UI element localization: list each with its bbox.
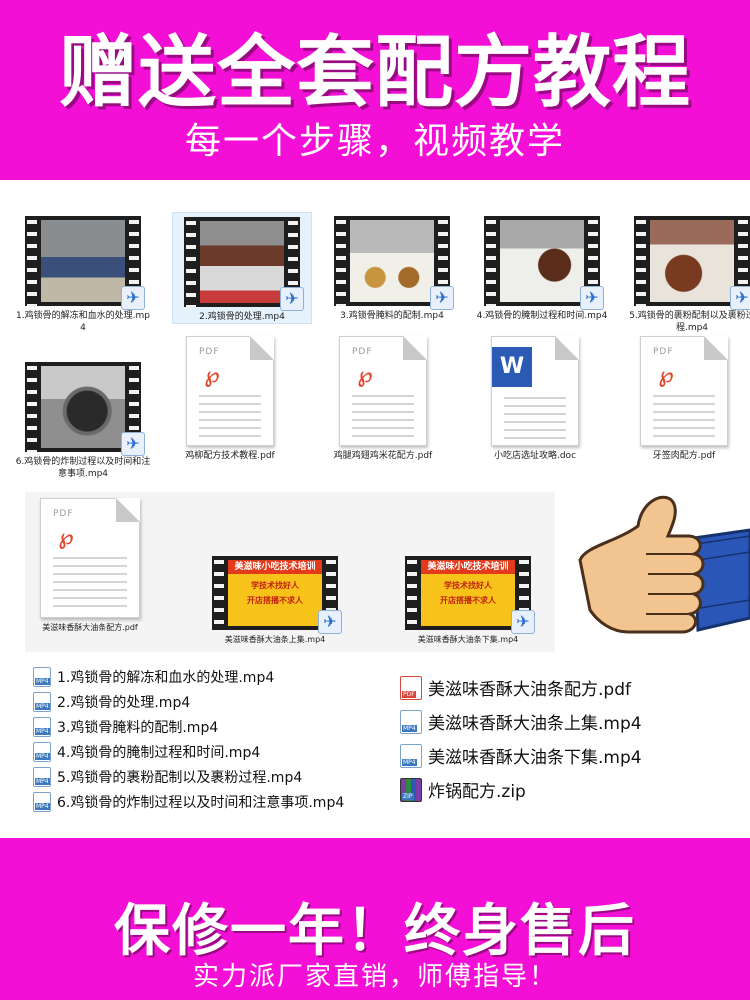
word-file-icon: W (491, 336, 579, 446)
promo-page: 赠送全套配方教程 每一个步骤，视频教学 ✈ 1.鸡锁骨的解冻和血水的处理.mp4… (0, 0, 750, 1000)
video-thumbnail: ✈ (334, 216, 454, 310)
poster-title: 美滋味小吃技术培训 (228, 560, 322, 574)
file-tile-selected[interactable]: ✈ 2.鸡锁骨的处理.mp4 (172, 212, 312, 324)
file-caption: 6.鸡锁骨的炸制过程以及时间和注意事项.mp4 (15, 457, 151, 479)
file-caption: 鸡腿鸡翅鸡米花配方.pdf (333, 451, 433, 461)
file-tile[interactable]: ✈ 1.鸡锁骨的解冻和血水的处理.mp4 (13, 212, 153, 334)
mp4-file-icon: MP4 (33, 692, 51, 712)
file-tile[interactable]: W 小吃店选址攻略.doc (465, 336, 605, 462)
mp4-file-icon: MP4 (33, 717, 51, 737)
file-tile[interactable]: 美滋味小吃技术培训 学技术找好人 开店搭播不求人 ✈ 美滋味香酥大油条上集.mp… (207, 552, 343, 646)
file-tile[interactable]: PDF ℘ 美滋味香酥大油条配方.pdf (20, 498, 160, 634)
video-thumbnail: 美滋味小吃技术培训 学技术找好人 开店搭播不求人 ✈ (212, 556, 342, 634)
warranty-subtitle: 实力派厂家直销，师傅指导！ (192, 962, 557, 992)
file-grid: ✈ 1.鸡锁骨的解冻和血水的处理.mp4 ✈ 2.鸡锁骨的处理.mp4 ✈ 3.… (0, 208, 750, 488)
pdf-file-icon: PDF ℘ (640, 336, 728, 446)
thumbs-up-icon (578, 495, 750, 634)
bottom-banner: 保修一年！终身售后 实力派厂家直销，师傅指导！ (0, 838, 750, 1000)
mp4-file-icon: MP4 (33, 767, 51, 787)
file-caption: 1.鸡锁骨的解冻和血水的处理.mp4 (16, 311, 150, 333)
file-list-right: PDF 美滋味香酥大油条配方.pdf MP4 美滋味香酥大油条上集.mp4 MP4 美… (400, 670, 720, 806)
video-player-icon: ✈ (121, 286, 145, 310)
file-caption: 鸡柳配方技术教程.pdf (185, 451, 275, 461)
file-caption: 3.鸡锁骨腌料的配制.mp4 (340, 311, 444, 321)
pdf-file-icon: PDF ℘ (339, 336, 427, 446)
video-player-icon: ✈ (730, 286, 750, 310)
file-tile[interactable]: PDF ℘ 牙签肉配方.pdf (614, 336, 750, 462)
video-thumbnail: ✈ (484, 216, 604, 310)
word-logo-icon: W (492, 347, 532, 387)
list-item[interactable]: MP4 3.鸡锁骨腌料的配制.mp4 (33, 714, 403, 739)
file-caption: 美滋味香酥大油条配方.pdf (42, 623, 138, 632)
list-item[interactable]: ZIP 炸锅配方.zip (400, 772, 720, 806)
mp4-file-icon: MP4 (400, 744, 422, 768)
banner-title: 赠送全套配方教程 (58, 28, 691, 118)
list-item[interactable]: MP4 美滋味香酥大油条下集.mp4 (400, 738, 720, 772)
video-player-icon: ✈ (580, 286, 604, 310)
file-tile[interactable]: ✈ 3.鸡锁骨腌料的配制.mp4 (322, 212, 462, 322)
file-tile[interactable]: ✈ 4.鸡锁骨的腌制过程和时间.mp4 (472, 212, 612, 322)
list-item[interactable]: MP4 1.鸡锁骨的解冻和血水的处理.mp4 (33, 664, 403, 689)
list-item[interactable]: MP4 4.鸡锁骨的腌制过程和时间.mp4 (33, 739, 403, 764)
file-caption: 美滋味香酥大油条上集.mp4 (224, 635, 326, 644)
video-player-icon: ✈ (280, 287, 304, 311)
file-caption: 牙签肉配方.pdf (652, 451, 716, 461)
poster-line: 开店搭播不求人 (247, 596, 303, 605)
file-tile[interactable]: PDF ℘ 鸡腿鸡翅鸡米花配方.pdf (313, 336, 453, 462)
video-thumbnail: 美滋味小吃技术培训 学技术找好人 开店搭播不求人 ✈ (405, 556, 535, 634)
pdf-logo-icon: ℘ (658, 363, 674, 388)
pdf-file-icon: PDF ℘ (186, 336, 274, 446)
pdf-logo-icon: ℘ (204, 363, 220, 388)
pdf-logo-icon: ℘ (58, 525, 74, 550)
poster-title: 美滋味小吃技术培训 (421, 560, 515, 574)
video-thumbnail: ✈ (184, 217, 304, 311)
banner-subtitle: 每一个步骤，视频教学 (184, 121, 565, 162)
list-item[interactable]: MP4 美滋味香酥大油条上集.mp4 (400, 704, 720, 738)
list-item[interactable]: MP4 6.鸡锁骨的炸制过程以及时间和注意事项.mp4 (33, 789, 403, 814)
file-caption: 美滋味香酥大油条下集.mp4 (417, 635, 519, 644)
pdf-file-icon: PDF (400, 676, 422, 700)
warranty-title: 保修一年！终身售后 (114, 899, 636, 964)
zip-archive-icon: ZIP (400, 778, 422, 802)
video-thumbnail: ✈ (25, 362, 145, 456)
mp4-file-icon: MP4 (33, 792, 51, 812)
poster-line: 开店搭播不求人 (440, 596, 496, 605)
file-tile[interactable]: ✈ 5.鸡锁骨的裹粉配制以及裹粉过程.mp4 (622, 212, 750, 334)
mp4-file-icon: MP4 (33, 742, 51, 762)
video-player-icon: ✈ (318, 610, 342, 634)
file-caption: 2.鸡锁骨的处理.mp4 (199, 312, 285, 322)
file-caption: 5.鸡锁骨的裹粉配制以及裹粉过程.mp4 (629, 311, 750, 333)
video-thumbnail: ✈ (25, 216, 145, 310)
file-caption: 小吃店选址攻略.doc (493, 451, 577, 461)
poster-line: 学技术找好人 (251, 581, 299, 590)
mp4-file-icon: MP4 (400, 710, 422, 734)
poster-line: 学技术找好人 (444, 581, 492, 590)
list-item[interactable]: MP4 2.鸡锁骨的处理.mp4 (33, 689, 403, 714)
file-list-left: MP4 1.鸡锁骨的解冻和血水的处理.mp4 MP4 2.鸡锁骨的处理.mp4 MP… (33, 664, 403, 814)
video-thumbnail: ✈ (634, 216, 750, 310)
file-tile[interactable]: PDF ℘ 鸡柳配方技术教程.pdf (160, 336, 300, 462)
file-tile[interactable]: ✈ 6.鸡锁骨的炸制过程以及时间和注意事项.mp4 (13, 358, 153, 480)
list-item[interactable]: PDF 美滋味香酥大油条配方.pdf (400, 670, 720, 704)
top-banner: 赠送全套配方教程 每一个步骤，视频教学 (0, 0, 750, 180)
video-player-icon: ✈ (121, 432, 145, 456)
list-item[interactable]: MP4 5.鸡锁骨的裹粉配制以及裹粉过程.mp4 (33, 764, 403, 789)
file-tile[interactable]: 美滋味小吃技术培训 学技术找好人 开店搭播不求人 ✈ 美滋味香酥大油条下集.mp… (400, 552, 536, 646)
video-player-icon: ✈ (511, 610, 535, 634)
video-player-icon: ✈ (430, 286, 454, 310)
pdf-file-icon: PDF ℘ (40, 498, 140, 618)
mp4-file-icon: MP4 (33, 667, 51, 687)
file-caption: 4.鸡锁骨的腌制过程和时间.mp4 (476, 311, 608, 321)
pdf-logo-icon: ℘ (357, 363, 373, 388)
